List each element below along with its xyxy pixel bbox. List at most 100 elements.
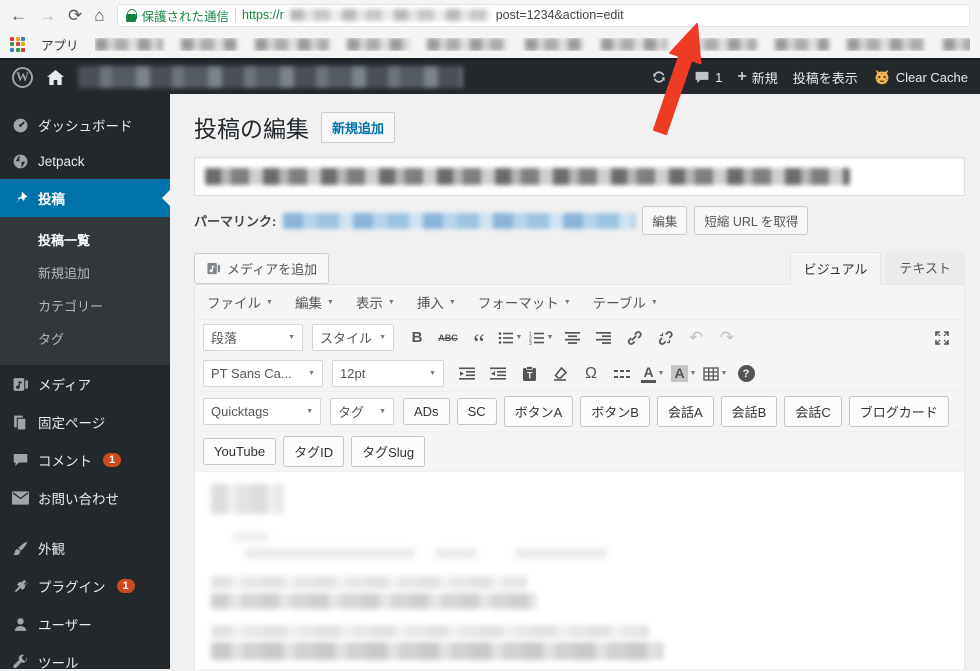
clear-formatting-icon[interactable] — [546, 361, 574, 387]
tab-text[interactable]: テキスト — [885, 251, 965, 284]
address-bar[interactable]: 保護された通信 https://r post=1234&action=edit — [116, 3, 970, 27]
quicktag-tagid-button[interactable]: タグID — [283, 436, 345, 467]
tab-visual[interactable]: ビジュアル — [789, 252, 882, 285]
post-title-input[interactable] — [194, 157, 965, 196]
menu-table[interactable]: テーブル ▼ — [593, 292, 658, 312]
media-icon — [207, 262, 221, 275]
comments-icon — [13, 454, 28, 466]
align-right-icon[interactable] — [589, 325, 617, 351]
sidebar-item-users[interactable]: ユーザー — [0, 605, 170, 643]
quicktag-ads-button[interactable]: ADs — [403, 398, 450, 425]
clear-cache-item[interactable]: Clear Cache — [873, 69, 968, 85]
editor-menubar: ファイル ▼ 編集 ▼ 表示 ▼ 挿入 ▼ フォーマット ▼ テーブル ▼ — [195, 285, 964, 320]
toolbar-row-2: PT Sans Ca... ▼ 12pt ▼ T Ω A ▼ A ▼ ▼ ? — [195, 356, 964, 392]
redacted-bookmark — [254, 37, 329, 51]
mail-icon — [12, 491, 29, 505]
menu-format[interactable]: フォーマット ▼ — [478, 292, 571, 312]
undo-icon[interactable]: ↶ — [682, 325, 710, 351]
quicktags-select[interactable]: Quicktags ▼ — [203, 398, 321, 425]
sidebar-item-contact[interactable]: お問い合わせ — [0, 479, 170, 517]
redacted-bookmark — [346, 37, 409, 51]
redacted-site-name[interactable] — [78, 66, 463, 88]
tag-select[interactable]: タグ ▼ — [330, 398, 394, 425]
quicktag-talk-c[interactable]: 会話C — [784, 396, 842, 427]
paste-as-text-icon[interactable]: T — [515, 361, 543, 387]
outdent-icon[interactable] — [453, 361, 481, 387]
redacted-content — [245, 548, 415, 559]
forward-icon[interactable]: → — [39, 7, 56, 24]
get-short-url-button[interactable]: 短縮 URL を取得 — [694, 206, 809, 235]
sidebar-item-appearance[interactable]: 外観 — [0, 529, 170, 567]
updates-item[interactable]: 1 — [651, 69, 679, 85]
sidebar-item-plugins[interactable]: プラグイン 1 — [0, 567, 170, 605]
redacted-permalink-url[interactable] — [283, 212, 636, 229]
redacted-bookmarks — [94, 37, 970, 51]
reload-icon[interactable]: ⟳ — [68, 7, 82, 24]
home-icon[interactable]: ⌂ — [94, 7, 104, 24]
font-size-select[interactable]: 12pt ▼ — [332, 360, 444, 387]
link-icon[interactable] — [620, 325, 648, 351]
quicktag-talk-b[interactable]: 会話B — [720, 396, 778, 427]
apps-grid-icon[interactable] — [10, 36, 25, 52]
main-content: 投稿の編集 新規追加 パーマリンク: 編集 短縮 URL を取得 メディアを追加… — [170, 94, 980, 669]
font-family-select[interactable]: PT Sans Ca... ▼ — [203, 360, 323, 387]
menu-file[interactable]: ファイル ▼ — [207, 292, 273, 312]
editor-content-area[interactable] — [195, 472, 964, 669]
quicktag-tagslug-button[interactable]: タグSlug — [351, 436, 426, 467]
submenu-item-add-new[interactable]: 新規追加 — [0, 256, 170, 289]
indent-icon[interactable] — [484, 361, 512, 387]
comments-item[interactable]: 1 — [694, 70, 722, 85]
view-post-item[interactable]: 投稿を表示 — [793, 68, 858, 87]
submenu-item-tags[interactable]: タグ — [0, 322, 170, 355]
sidebar-item-dashboard[interactable]: ダッシュボード — [0, 106, 170, 144]
apps-label[interactable]: アプリ — [41, 35, 79, 54]
page-break-icon[interactable] — [608, 361, 636, 387]
caret-down-icon: ▼ — [650, 298, 658, 306]
new-post-item[interactable]: + 新規 — [737, 68, 777, 87]
redacted-bookmark — [774, 37, 829, 51]
menu-edit[interactable]: 編集 ▼ — [295, 292, 334, 312]
menu-insert[interactable]: 挿入 ▼ — [417, 292, 456, 312]
caret-down-icon: ▼ — [689, 370, 697, 377]
edit-permalink-button[interactable]: 編集 — [642, 206, 688, 235]
bold-icon[interactable]: B — [403, 325, 431, 351]
quicktag-button-a[interactable]: ボタンA — [503, 396, 574, 427]
align-center-icon[interactable] — [558, 325, 586, 351]
background-color-icon[interactable]: A ▼ — [670, 361, 698, 387]
quicktag-youtube-button[interactable]: YouTube — [203, 438, 277, 465]
site-home-icon[interactable] — [47, 69, 64, 85]
sidebar-item-jetpack[interactable]: Jetpack — [0, 144, 170, 179]
sidebar-item-media[interactable]: メディア — [0, 365, 170, 403]
url-divider — [235, 8, 237, 22]
quicktag-talk-a[interactable]: 会話A — [656, 396, 714, 427]
styles-select[interactable]: スタイル ▼ — [312, 324, 394, 351]
bullet-list-icon[interactable]: ▼ — [496, 325, 524, 351]
quicktag-button-b[interactable]: ボタンB — [580, 396, 650, 427]
text-color-icon[interactable]: A ▼ — [639, 361, 667, 387]
fullscreen-icon[interactable] — [928, 325, 956, 351]
strikethrough-icon[interactable]: ABC — [434, 325, 462, 351]
paragraph-select[interactable]: 段落 ▼ — [203, 324, 303, 351]
submenu-item-categories[interactable]: カテゴリー — [0, 289, 170, 322]
submenu-item-all-posts[interactable]: 投稿一覧 — [0, 223, 170, 256]
special-character-icon[interactable]: Ω — [577, 361, 605, 387]
dashboard-gauge-icon — [13, 118, 28, 132]
update-icon — [653, 71, 665, 83]
sidebar-item-comments[interactable]: コメント 1 — [0, 441, 170, 479]
sidebar-item-pages[interactable]: 固定ページ — [0, 403, 170, 441]
add-media-button[interactable]: メディアを追加 — [194, 253, 330, 284]
help-icon[interactable]: ? — [732, 361, 760, 387]
numbered-list-icon[interactable]: 123 ▼ — [527, 325, 555, 351]
redo-icon[interactable]: ↷ — [713, 325, 741, 351]
add-new-button[interactable]: 新規追加 — [321, 111, 396, 143]
blockquote-icon[interactable]: “ — [465, 325, 493, 356]
quicktag-blogcard-button[interactable]: ブログカード — [848, 396, 949, 427]
sidebar-item-posts[interactable]: 投稿 — [0, 179, 170, 217]
wordpress-logo-icon[interactable]: W — [12, 66, 33, 88]
quicktag-sc-button[interactable]: SC — [456, 398, 497, 425]
table-icon[interactable]: ▼ — [701, 361, 729, 387]
back-icon[interactable]: ← — [10, 7, 27, 24]
unlink-icon[interactable] — [651, 325, 679, 351]
sidebar-item-tools[interactable]: ツール — [0, 643, 170, 671]
menu-view[interactable]: 表示 ▼ — [356, 292, 395, 312]
